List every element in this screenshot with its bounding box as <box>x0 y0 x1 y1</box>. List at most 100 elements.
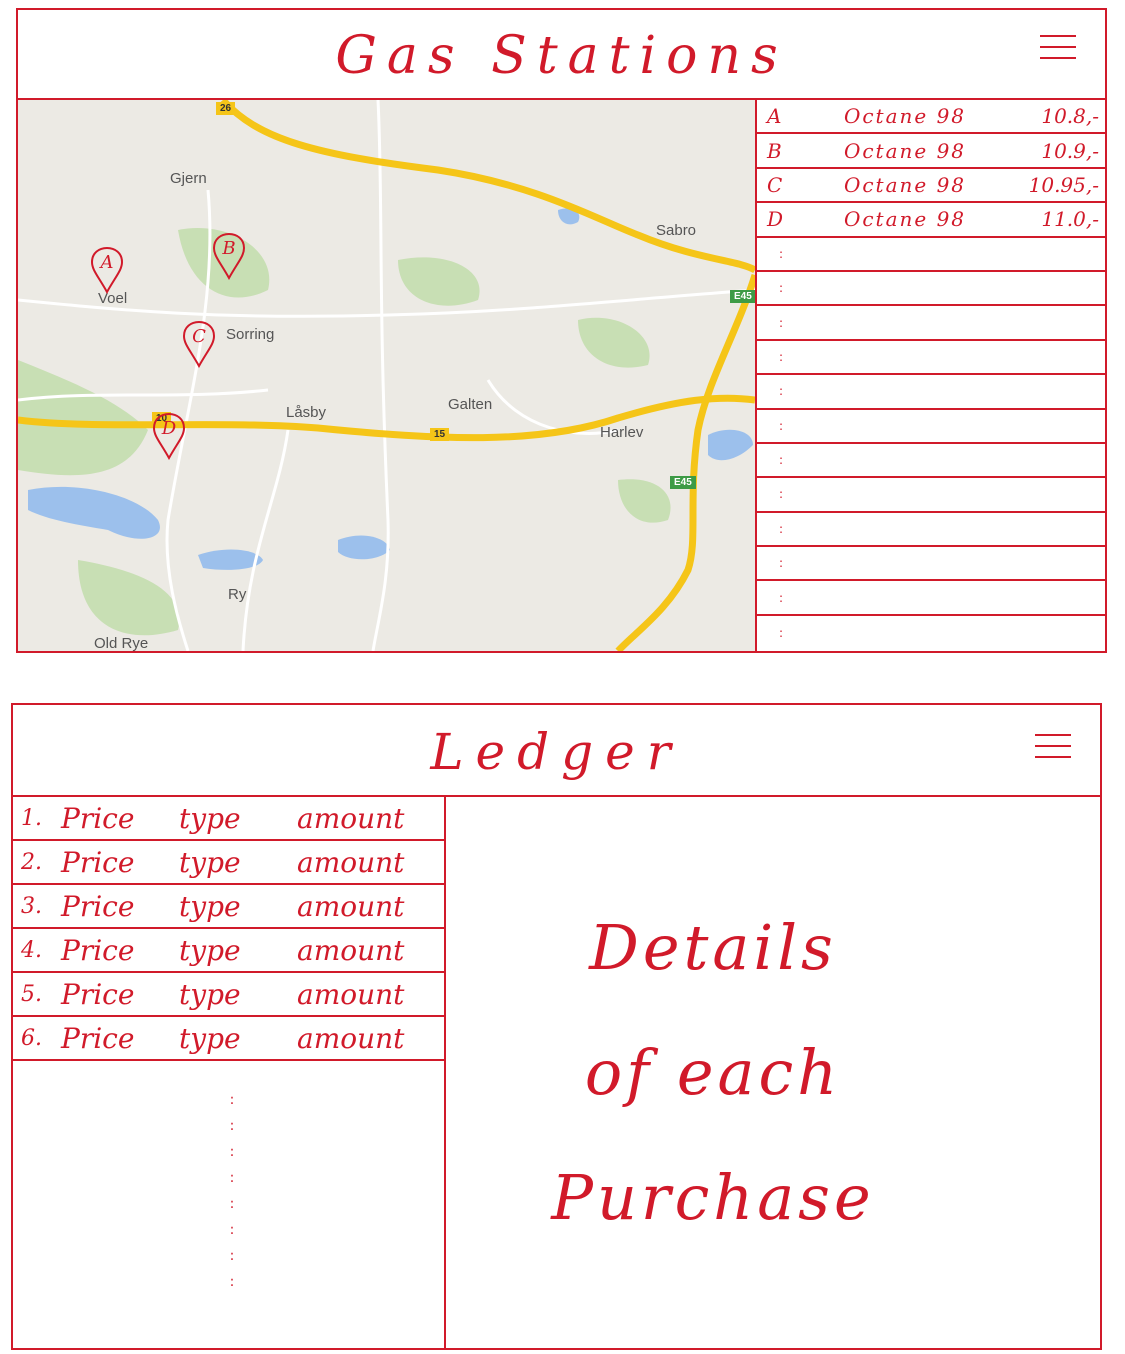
purchase-details: Details of each Purchase <box>453 885 973 1260</box>
station-row[interactable]: D Octane 98 11.0,- <box>757 203 1107 238</box>
placeholder-dots: : <box>779 384 784 399</box>
details-line: Purchase <box>551 1161 875 1234</box>
placeholder-dots: : <box>229 1274 235 1290</box>
empty-station-row[interactable]: : <box>757 375 1107 410</box>
entry-amount: amount <box>297 933 405 967</box>
entry-number: 6. <box>21 1025 42 1051</box>
entry-price: Price <box>61 889 135 923</box>
placeholder-dots: : <box>229 1118 235 1134</box>
map-graphic <box>18 100 755 651</box>
ledger-panel: Ledger 1. Price type amount 2. Price typ… <box>11 703 1102 1350</box>
entry-price: Price <box>61 933 135 967</box>
placeholder-dots: : <box>779 349 784 364</box>
ledger-entry[interactable]: 6. Price type amount <box>13 1017 444 1061</box>
placeholder-dots: : <box>779 315 784 330</box>
entry-amount: amount <box>297 801 405 835</box>
station-row[interactable]: A Octane 98 10.8,- <box>757 100 1107 135</box>
empty-station-row[interactable]: : <box>757 341 1107 376</box>
station-octane: Octane 98 <box>843 104 967 129</box>
station-octane: Octane 98 <box>843 172 967 197</box>
entry-price: Price <box>61 845 135 879</box>
map-pin-d[interactable]: D <box>152 412 186 460</box>
station-price: 10.9,- <box>1041 138 1099 163</box>
road-shield: E45 <box>670 476 696 489</box>
page-title: Ledger <box>430 723 683 781</box>
entry-type: type <box>179 801 241 835</box>
ledger-list: 1. Price type amount 2. Price type amoun… <box>13 797 446 1348</box>
ledger-header: Ledger <box>13 705 1100 797</box>
map-pin-b[interactable]: B <box>212 232 246 280</box>
empty-station-row[interactable]: : <box>757 272 1107 307</box>
station-price: 10.8,- <box>1041 104 1099 129</box>
entry-type: type <box>179 889 241 923</box>
entry-amount: amount <box>297 977 405 1011</box>
ledger-entry[interactable]: 4. Price type amount <box>13 929 444 973</box>
empty-station-row[interactable]: : <box>757 616 1107 650</box>
placeholder-dots: : <box>779 453 784 468</box>
station-price: 11.0,- <box>1041 207 1099 232</box>
ledger-entry[interactable]: 2. Price type amount <box>13 841 444 885</box>
placeholder-dots: : <box>229 1222 235 1238</box>
empty-station-row[interactable]: : <box>757 581 1107 616</box>
entry-amount: amount <box>297 889 405 923</box>
road-shield: 26 <box>216 102 236 115</box>
map-view[interactable]: 26 E45 15 10 E45 Gjern Sabro Voel Sorrin… <box>18 100 755 651</box>
town-label: Gjern <box>170 170 207 187</box>
entry-amount: amount <box>297 845 405 879</box>
empty-station-row[interactable]: : <box>757 478 1107 513</box>
menu-icon[interactable] <box>1040 26 1076 66</box>
entry-number: 1. <box>21 805 42 831</box>
entry-type: type <box>179 845 241 879</box>
road-shield: 15 <box>430 428 450 441</box>
map-pin-a[interactable]: A <box>90 246 124 294</box>
entry-type: type <box>179 977 241 1011</box>
empty-station-row[interactable]: : <box>757 547 1107 582</box>
road-shield: E45 <box>730 290 755 303</box>
gas-stations-panel: Gas Stations 26 E45 15 10 E45 Gjern Sabr… <box>16 8 1107 653</box>
placeholder-dots: : <box>229 1170 235 1186</box>
placeholder-dots: : <box>779 418 784 433</box>
placeholder-dots: : <box>229 1144 235 1160</box>
placeholder-dots: : <box>779 590 784 605</box>
entry-type: type <box>179 1021 241 1055</box>
ledger-entry[interactable]: 5. Price type amount <box>13 973 444 1017</box>
station-list: A Octane 98 10.8,- B Octane 98 10.9,- C … <box>755 100 1107 651</box>
placeholder-dots: : <box>779 556 784 571</box>
station-octane: Octane 98 <box>843 207 967 232</box>
placeholder-dots: : <box>229 1248 235 1264</box>
station-letter: B <box>767 138 782 163</box>
empty-station-row[interactable]: : <box>757 513 1107 548</box>
town-label: Låsby <box>286 404 327 421</box>
empty-station-row[interactable]: : <box>757 306 1107 341</box>
entry-price: Price <box>61 1021 135 1055</box>
map-pin-c[interactable]: C <box>182 320 216 368</box>
ledger-entry[interactable]: 3. Price type amount <box>13 885 444 929</box>
entry-amount: amount <box>297 1021 405 1055</box>
menu-icon[interactable] <box>1035 725 1071 765</box>
empty-station-row[interactable]: : <box>757 410 1107 444</box>
station-row[interactable]: B Octane 98 10.9,- <box>757 134 1107 169</box>
more-entries-indicator: : : : : : : : : <box>227 1087 237 1295</box>
town-label: Sorring <box>226 326 275 343</box>
map-pin-label: C <box>192 326 206 347</box>
entry-number: 2. <box>21 849 42 875</box>
ledger-entry[interactable]: 1. Price type amount <box>13 797 444 841</box>
gas-stations-header: Gas Stations <box>18 10 1105 100</box>
entry-price: Price <box>61 977 135 1011</box>
station-letter: C <box>767 172 783 197</box>
entry-number: 5. <box>21 981 42 1007</box>
town-label: Sabro <box>656 222 697 239</box>
town-label: Galten <box>448 396 493 413</box>
placeholder-dots: : <box>779 281 784 296</box>
empty-station-row[interactable]: : <box>757 444 1107 479</box>
details-line: of each <box>584 1036 842 1109</box>
town-label: Old Rye <box>94 635 149 651</box>
map-pin-label: A <box>100 252 114 273</box>
placeholder-dots: : <box>779 521 784 536</box>
town-label: Harlev <box>600 424 644 441</box>
placeholder-dots: : <box>779 246 784 261</box>
map-pin-label: B <box>222 238 236 259</box>
station-row[interactable]: C Octane 98 10.95,- <box>757 169 1107 204</box>
details-line: Details <box>589 911 837 984</box>
empty-station-row[interactable]: : <box>757 238 1107 272</box>
